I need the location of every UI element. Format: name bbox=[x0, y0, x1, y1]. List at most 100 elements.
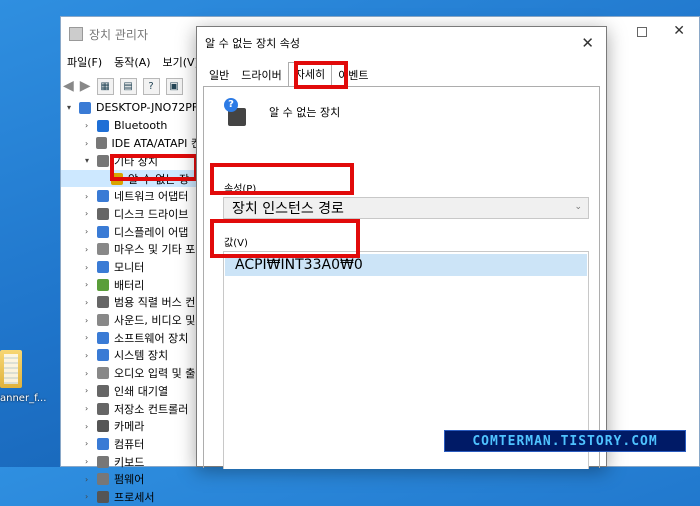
tree-item[interactable]: › 네트워크 어댑터 bbox=[61, 187, 201, 205]
desktop-file-icon[interactable]: anner_f... bbox=[0, 345, 47, 415]
tree-item[interactable]: › 오디오 입력 및 출 bbox=[61, 364, 201, 382]
device-category-icon bbox=[97, 384, 109, 397]
highlight-box-tab bbox=[294, 61, 348, 89]
tree-item-label: 카메라 bbox=[114, 420, 145, 434]
tree-item[interactable]: › 마우스 및 기타 포 bbox=[61, 241, 201, 259]
device-category-icon bbox=[97, 490, 109, 503]
expand-icon[interactable]: › bbox=[85, 333, 97, 342]
expand-icon[interactable]: › bbox=[85, 192, 97, 201]
tree-item[interactable]: › 키보드 bbox=[61, 453, 201, 471]
expand-icon[interactable]: › bbox=[85, 457, 97, 466]
collapse-icon[interactable]: ▾ bbox=[67, 103, 79, 112]
tree-item-label: 범용 직렬 버스 컨 bbox=[114, 296, 196, 310]
device-category-icon bbox=[97, 349, 109, 362]
device-category-icon bbox=[95, 137, 107, 150]
device-category-icon bbox=[97, 119, 109, 132]
value-text: ACPI₩INT33A0₩0 bbox=[235, 257, 363, 273]
property-select[interactable]: 장치 인스턴스 경로 ⌄ bbox=[223, 197, 589, 219]
tree-item-label: 키보드 bbox=[114, 455, 145, 469]
tree-item-label: 시스템 장치 bbox=[114, 349, 169, 363]
tree-item-label: IDE ATA/ATAPI 컨 bbox=[111, 137, 201, 151]
expand-icon[interactable]: › bbox=[85, 263, 97, 272]
expand-icon[interactable]: › bbox=[85, 369, 97, 378]
maximize-icon[interactable] bbox=[637, 27, 647, 37]
highlight-box-tree bbox=[110, 154, 198, 181]
expand-icon[interactable]: › bbox=[85, 386, 97, 395]
expand-icon[interactable]: › bbox=[85, 298, 97, 307]
tree-item[interactable]: › 저장소 컨트롤러 bbox=[61, 400, 201, 418]
expand-icon[interactable]: › bbox=[85, 422, 97, 431]
tab-driver[interactable]: 드라이버 bbox=[235, 64, 287, 86]
expand-icon[interactable]: › bbox=[85, 121, 97, 130]
menu-file[interactable]: 파일(F) bbox=[67, 54, 102, 70]
tree-item[interactable]: › 범용 직렬 버스 컨 bbox=[61, 294, 201, 312]
expand-icon[interactable]: › bbox=[85, 316, 97, 325]
tree-item-label: 인쇄 대기열 bbox=[114, 384, 169, 398]
details-panel: ? 알 수 없는 장치 속성(P) 장치 인스턴스 경로 ⌄ 값(V) ACPI… bbox=[203, 86, 600, 469]
tree-item-label: 배터리 bbox=[114, 278, 145, 292]
expand-icon[interactable]: › bbox=[85, 139, 96, 148]
tree-item[interactable]: › 모니터 bbox=[61, 258, 201, 276]
forward-arrow-icon[interactable]: ▶ bbox=[80, 78, 91, 94]
tree-item-label: 펌웨어 bbox=[114, 473, 145, 487]
tree-item[interactable]: › 카메라 bbox=[61, 417, 201, 435]
device-category-icon bbox=[97, 154, 109, 167]
expand-icon[interactable]: › bbox=[85, 227, 97, 236]
highlight-box-value bbox=[210, 219, 360, 258]
tree-item[interactable]: › 소프트웨어 장치 bbox=[61, 329, 201, 347]
expand-icon[interactable]: › bbox=[85, 351, 97, 360]
expand-icon[interactable]: › bbox=[85, 404, 97, 413]
expand-icon[interactable]: › bbox=[85, 209, 97, 218]
dialog-tabs: 일반 드라이버 자세히 이벤트 bbox=[203, 62, 374, 86]
tree-item[interactable]: › 사운드, 비디오 및 bbox=[61, 311, 201, 329]
device-category-icon bbox=[97, 473, 109, 486]
device-manager-title: 장치 관리자 bbox=[89, 27, 149, 42]
desktop-icon-label: anner_f... bbox=[0, 393, 47, 404]
computer-icon bbox=[79, 101, 91, 114]
expand-icon[interactable]: › bbox=[85, 439, 97, 448]
tree-item[interactable]: › Bluetooth bbox=[61, 117, 201, 135]
help-icon[interactable]: ? bbox=[142, 77, 160, 95]
expand-icon[interactable]: › bbox=[85, 492, 97, 501]
tree-item[interactable]: › 펌웨어 bbox=[61, 470, 201, 488]
device-category-icon bbox=[97, 437, 109, 450]
refresh-view-icon[interactable]: ▤ bbox=[119, 77, 137, 95]
tree-item[interactable]: › 프로세서 bbox=[61, 488, 201, 506]
chevron-down-icon[interactable]: ⌄ bbox=[574, 202, 582, 212]
tree-root[interactable]: ▾ DESKTOP-JNO72PF bbox=[61, 99, 201, 117]
tree-root-label: DESKTOP-JNO72PF bbox=[96, 101, 199, 115]
tree-item[interactable]: › 배터리 bbox=[61, 276, 201, 294]
device-category-icon bbox=[97, 402, 109, 415]
menu-view[interactable]: 보기(V) bbox=[163, 54, 199, 70]
device-name: 알 수 없는 장치 bbox=[269, 106, 341, 119]
dialog-close-icon[interactable]: ✕ bbox=[581, 34, 594, 52]
expand-icon[interactable]: › bbox=[85, 245, 97, 254]
tree-item[interactable]: › 디스플레이 어댑 bbox=[61, 223, 201, 241]
back-arrow-icon[interactable]: ◀ bbox=[63, 78, 74, 94]
device-manager-app-icon bbox=[69, 27, 83, 41]
device-category-icon bbox=[97, 261, 109, 274]
tree-item-label: 오디오 입력 및 출 bbox=[114, 367, 196, 381]
expand-icon[interactable]: › bbox=[85, 475, 97, 484]
tree-item[interactable]: › 시스템 장치 bbox=[61, 347, 201, 365]
tree-item[interactable]: › 인쇄 대기열 bbox=[61, 382, 201, 400]
device-category-icon bbox=[97, 190, 109, 203]
tree-item-label: 마우스 및 기타 포 bbox=[114, 243, 196, 257]
tree-item[interactable]: › 디스크 드라이브 bbox=[61, 205, 201, 223]
close-icon[interactable]: ✕ bbox=[673, 23, 685, 39]
tab-general[interactable]: 일반 bbox=[203, 64, 235, 86]
tree-item-label: 네트워크 어댑터 bbox=[114, 190, 189, 204]
tree-item[interactable]: › 컴퓨터 bbox=[61, 435, 201, 453]
collapse-icon[interactable]: ▾ bbox=[85, 156, 97, 165]
property-select-value: 장치 인스턴스 경로 bbox=[232, 201, 344, 217]
tree-item-label: 디스크 드라이브 bbox=[114, 207, 189, 221]
tree-item-label: 소프트웨어 장치 bbox=[114, 331, 189, 345]
device-view-icon[interactable]: ▣ bbox=[165, 77, 183, 95]
device-category-icon bbox=[97, 243, 109, 256]
properties-view-icon[interactable]: ▦ bbox=[96, 77, 114, 95]
tree-item-label: 디스플레이 어댑 bbox=[114, 225, 189, 239]
tree-item[interactable]: › IDE ATA/ATAPI 컨 bbox=[61, 134, 201, 152]
expand-icon[interactable]: › bbox=[85, 280, 97, 289]
menu-action[interactable]: 동작(A) bbox=[114, 54, 150, 70]
file-icon bbox=[0, 350, 22, 388]
